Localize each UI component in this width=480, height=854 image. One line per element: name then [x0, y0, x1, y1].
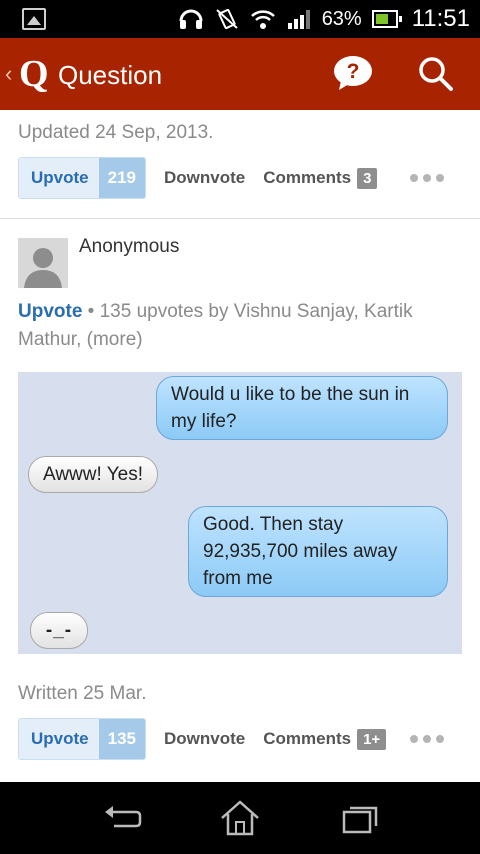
upvote-link[interactable]: Upvote: [18, 301, 82, 322]
question-action-row: Upvote 219 Downvote Comments 3: [18, 157, 462, 199]
upvote-summary: Upvote • 135 upvotes by Vishnu Sanjay, K…: [18, 298, 468, 354]
chat-bubble-left: -_-: [30, 612, 88, 649]
upvote-count: 219: [98, 158, 145, 198]
answer-image: Would u like to be the sun in my life? A…: [18, 372, 462, 654]
help-icon[interactable]: ?: [333, 55, 373, 91]
avatar[interactable]: [18, 238, 68, 288]
author-name[interactable]: Anonymous: [79, 236, 179, 258]
help-glyph: ?: [347, 60, 360, 83]
clock: 11:51: [411, 5, 470, 32]
comments-label: Comments: [263, 729, 352, 748]
comments-count-badge: 1+: [357, 728, 387, 750]
chat-bubble-right: Good. Then stay 92,935,700 miles away fr…: [188, 506, 448, 597]
upvote-button[interactable]: Upvote 219: [18, 157, 146, 199]
chat-bubble-right: Would u like to be the sun in my life?: [156, 376, 448, 440]
more-options-icon[interactable]: [410, 174, 444, 182]
page-title: Question: [58, 60, 163, 90]
divider: [0, 218, 480, 219]
signal-icon: [287, 10, 310, 29]
status-bar: 63% 11:51: [0, 0, 480, 38]
image-icon: [22, 8, 46, 30]
comments-label: Comments: [263, 168, 352, 187]
written-date: Written 25 Mar.: [18, 683, 147, 704]
comments-count-badge: 3: [357, 167, 378, 189]
downvote-button[interactable]: Downvote: [164, 168, 245, 188]
search-icon[interactable]: [418, 56, 454, 92]
wifi-icon: [250, 10, 275, 29]
headset-icon: [179, 9, 203, 29]
navigation-bar: [0, 782, 480, 854]
battery-percent: 63%: [321, 7, 362, 30]
chat-bubble-left: Awww! Yes!: [28, 456, 158, 493]
more-options-icon[interactable]: [410, 735, 444, 743]
recents-icon[interactable]: [338, 798, 382, 838]
comments-button[interactable]: Comments 3: [263, 167, 378, 189]
comments-button[interactable]: Comments 1+: [263, 728, 387, 750]
updated-date: Updated 24 Sep, 2013.: [18, 122, 214, 143]
quora-logo[interactable]: Q: [19, 52, 49, 96]
home-icon[interactable]: [218, 798, 262, 838]
app-bar: ‹ Q Question ?: [0, 38, 480, 110]
upvote-count: 135: [98, 719, 145, 759]
anonymous-avatar-icon: [18, 238, 68, 288]
answer-action-row: Upvote 135 Downvote Comments 1+: [18, 718, 462, 760]
back-icon[interactable]: [100, 798, 144, 838]
no-vibrate-icon: [216, 8, 238, 30]
upvote-label: Upvote: [19, 158, 99, 198]
upvote-label: Upvote: [19, 719, 99, 759]
back-chevron-icon[interactable]: ‹: [5, 61, 12, 87]
upvote-button[interactable]: Upvote 135: [18, 718, 146, 760]
battery-icon: [371, 10, 402, 28]
downvote-button[interactable]: Downvote: [164, 729, 245, 749]
